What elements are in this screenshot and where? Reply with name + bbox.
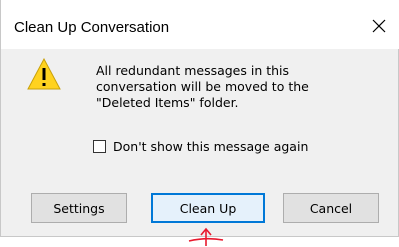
warning-icon xyxy=(27,58,61,90)
close-button[interactable] xyxy=(366,14,392,38)
close-icon xyxy=(372,19,386,33)
title-bar: Clean Up Conversation xyxy=(1,0,399,49)
dont-show-again-label[interactable]: Don't show this message again xyxy=(113,139,308,154)
red-arrow-annotation xyxy=(188,227,224,246)
dialog-title: Clean Up Conversation xyxy=(14,19,170,36)
dialog-message: All redundant messages in this conversat… xyxy=(96,63,309,110)
dont-show-again-checkbox[interactable] xyxy=(93,139,106,153)
cancel-button[interactable]: Cancel xyxy=(283,193,379,223)
settings-button[interactable]: Settings xyxy=(31,193,127,223)
dont-show-again-option[interactable]: Don't show this message again xyxy=(93,137,308,155)
clean-up-button[interactable]: Clean Up xyxy=(151,193,265,223)
clean-up-conversation-dialog: Clean Up Conversation All redundant mess… xyxy=(0,0,399,237)
